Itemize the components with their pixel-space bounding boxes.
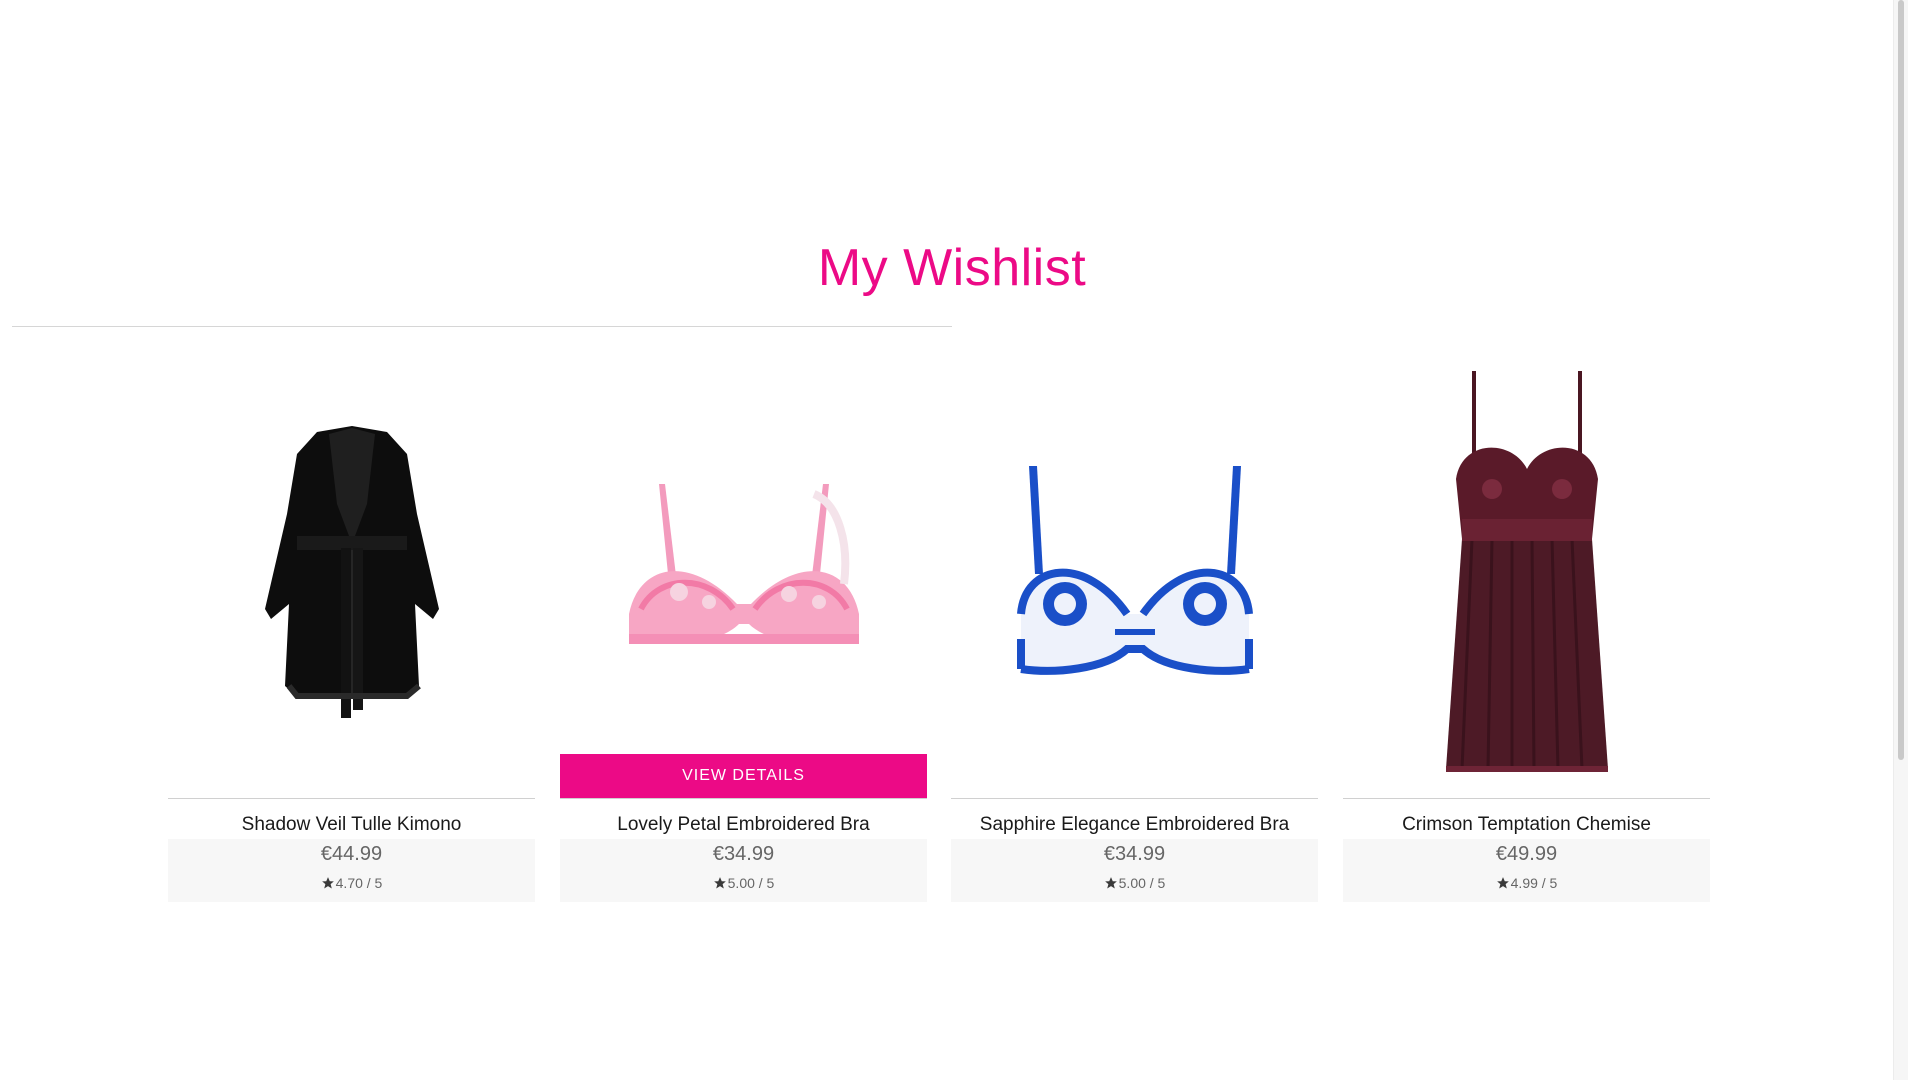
pink-bra-illustration bbox=[628, 484, 859, 644]
product-meta: €44.99 4.70 / 5 bbox=[168, 839, 535, 902]
product-name[interactable]: Lovely Petal Embroidered Bra bbox=[560, 814, 927, 836]
burgundy-chemise-image[interactable] bbox=[1343, 350, 1710, 798]
product-rating: 5.00 / 5 bbox=[560, 875, 927, 891]
product-name[interactable]: Crimson Temptation Chemise bbox=[1343, 814, 1710, 836]
product-meta: €49.99 4.99 / 5 bbox=[1343, 839, 1710, 902]
title-divider bbox=[12, 326, 952, 327]
rating-max: / 5 bbox=[1541, 875, 1558, 891]
card-divider bbox=[951, 798, 1318, 799]
pink-embroidered-bra-image[interactable] bbox=[560, 350, 927, 798]
page-title: My Wishlist bbox=[817, 239, 1087, 297]
product-rating: 5.00 / 5 bbox=[951, 875, 1318, 891]
product-price: €44.99 bbox=[320, 843, 383, 865]
rating-max: / 5 bbox=[366, 875, 383, 891]
product-price: €34.99 bbox=[712, 843, 775, 865]
rating-value: 4.99 bbox=[1510, 875, 1538, 891]
product-price: €49.99 bbox=[1495, 843, 1558, 865]
product-card[interactable]: Sapphire Elegance Embroidered Bra €34.99… bbox=[951, 350, 1318, 902]
product-meta: €34.99 5.00 / 5 bbox=[951, 839, 1318, 902]
star-icon bbox=[713, 877, 726, 889]
rating-value: 5.00 bbox=[727, 875, 755, 891]
rating-max: / 5 bbox=[758, 875, 775, 891]
view-details-button[interactable]: VIEW DETAILS bbox=[560, 754, 927, 798]
blue-embroidered-bra-image[interactable] bbox=[951, 350, 1318, 798]
product-rating: 4.99 / 5 bbox=[1343, 875, 1710, 891]
kimono-illustration bbox=[264, 426, 439, 718]
star-icon bbox=[1104, 877, 1117, 889]
rating-value: 5.00 bbox=[1118, 875, 1146, 891]
rating-value: 4.70 bbox=[335, 875, 363, 891]
wishlist-page: My Wishlist Shadow Veil Tulle Kimono €44… bbox=[0, 0, 1908, 1080]
black-kimono-image[interactable] bbox=[168, 350, 535, 798]
product-name[interactable]: Sapphire Elegance Embroidered Bra bbox=[951, 814, 1318, 836]
product-card[interactable]: Shadow Veil Tulle Kimono €44.99 4.70 / 5 bbox=[168, 350, 535, 902]
product-name[interactable]: Shadow Veil Tulle Kimono bbox=[168, 814, 535, 836]
wishlist-grid: Shadow Veil Tulle Kimono €44.99 4.70 / 5 bbox=[168, 350, 1712, 910]
star-icon bbox=[321, 877, 334, 889]
star-icon bbox=[1496, 877, 1509, 889]
chemise-illustration bbox=[1445, 371, 1608, 772]
vertical-scrollbar[interactable] bbox=[1893, 0, 1908, 1080]
product-rating: 4.70 / 5 bbox=[168, 875, 535, 891]
product-card[interactable]: Crimson Temptation Chemise €49.99 4.99 /… bbox=[1343, 350, 1710, 902]
card-divider bbox=[560, 798, 927, 799]
rating-max: / 5 bbox=[1149, 875, 1166, 891]
card-divider bbox=[168, 798, 535, 799]
product-meta: €34.99 5.00 / 5 bbox=[560, 839, 927, 902]
blue-bra-illustration bbox=[1016, 466, 1253, 675]
product-card[interactable]: VIEW DETAILS Lovely Petal Embroidered Br… bbox=[560, 350, 927, 902]
product-price: €34.99 bbox=[1103, 843, 1166, 865]
card-divider bbox=[1343, 798, 1710, 799]
scrollbar-thumb[interactable] bbox=[1898, 0, 1904, 760]
